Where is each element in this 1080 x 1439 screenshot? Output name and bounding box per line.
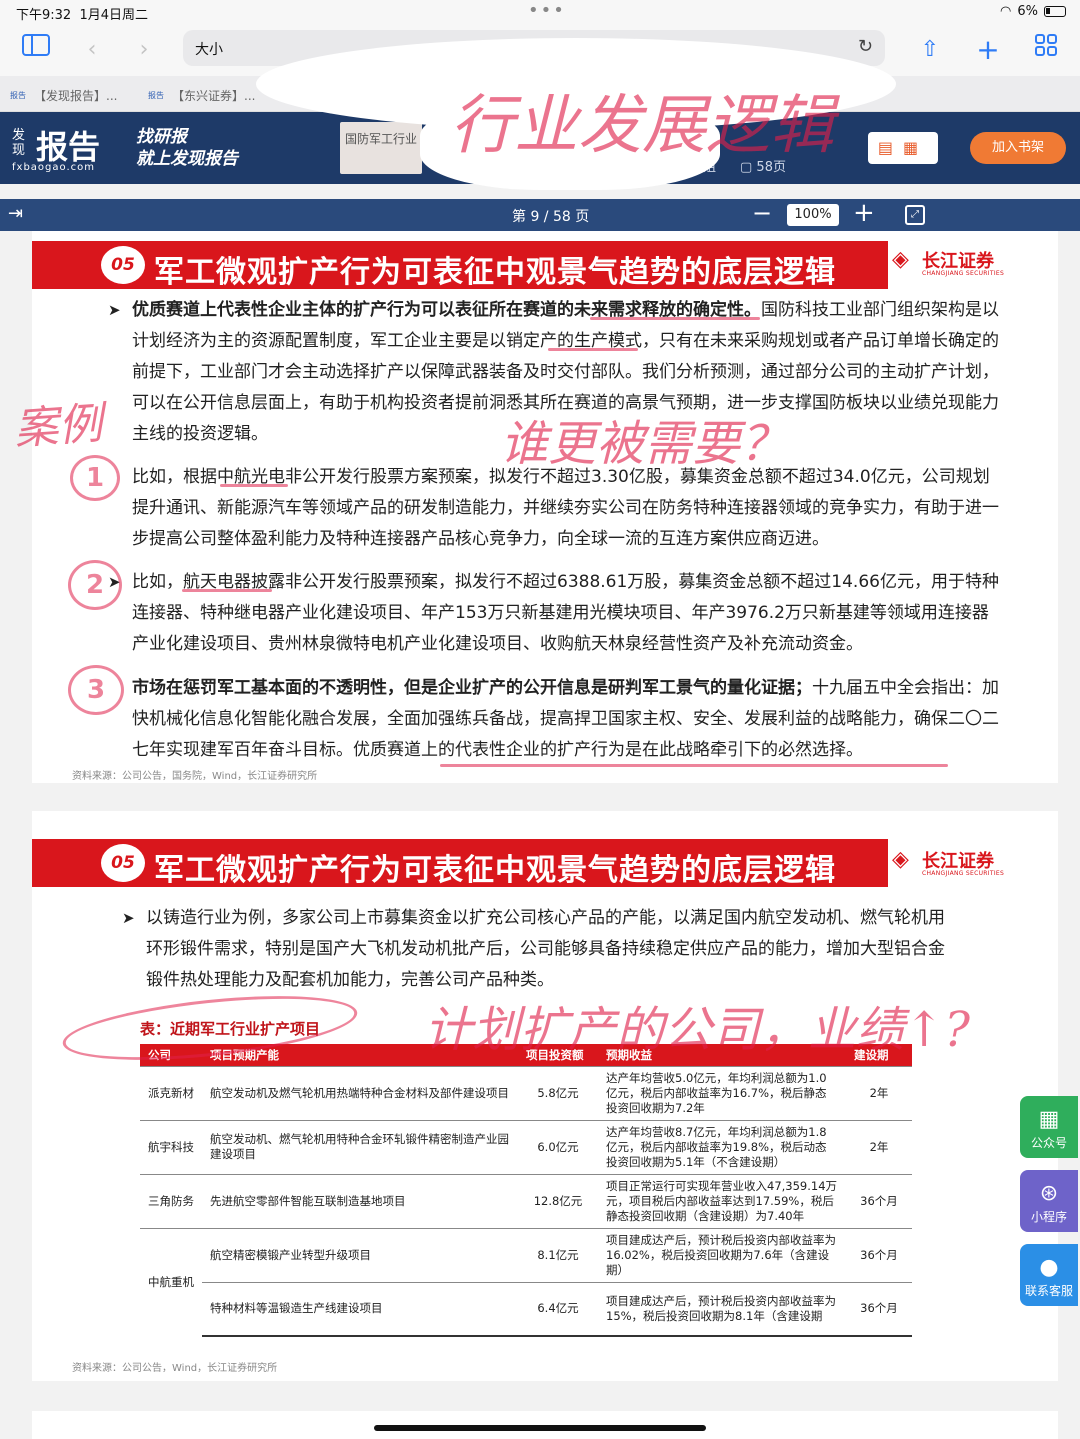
zoom-level[interactable]: 100%: [787, 204, 839, 226]
expansion-projects-table: 公司 项目预期产能 项目投资额 预期收益 建设期 派克新材 航空发动机及燃气轮机…: [140, 1044, 912, 1337]
browser-tab[interactable]: 报告 【东兴证券】...: [148, 82, 255, 108]
annotation-underline: [220, 484, 288, 487]
table-row: 特种材料等温锻造生产线建设项目 6.4亿元 项目建成达产后，预计税后投资内部收益…: [140, 1281, 912, 1337]
annotation-number: 2: [68, 560, 122, 610]
annotation-industry-logic: 行业发展逻辑: [450, 89, 834, 163]
annotation-underline: [548, 348, 638, 351]
changjiang-logo: ◈ 长江证券 CHANGJIANG SECURITIES: [892, 247, 1005, 277]
page-indicator: 第 9 / 58 页: [512, 209, 590, 225]
tab-label: 【东兴证券】...: [172, 88, 256, 103]
paragraph: 比如，根据中航光电非公开发行股票方案预案，拟发行不超过3.30亿股，募集资金总额…: [132, 467, 999, 549]
status-bar: 下午9:32 1月4日周二 ••• ◠ 6%: [0, 0, 1080, 24]
section-badge: 05: [98, 841, 148, 885]
home-indicator[interactable]: [374, 1425, 706, 1431]
expand-sidebar-icon[interactable]: ⇥: [8, 203, 23, 224]
table-row: 派克新材 航空发动机及燃气轮机用热端特种合金材料及部件建设项目 5.8亿元 达产…: [140, 1065, 912, 1120]
tab-overview-icon[interactable]: [1030, 34, 1062, 66]
paragraph: ➤ 以铸造行业为例，多家公司上市募集资金以扩充公司核心产品的产能，以满足国内航空发…: [122, 903, 946, 996]
status-right: ◠ 6%: [1000, 4, 1066, 19]
table-row: 航宇科技 航空发动机、燃气轮机用特种合金环轧锻件精密制造产业园建设项目 6.0亿…: [140, 1119, 912, 1174]
slide-title: 军工微观扩产行为可表征中观景气趋势的底层逻辑: [154, 255, 836, 290]
browser-tab[interactable]: 报告 【发现报告】...: [10, 82, 117, 108]
fullscreen-icon[interactable]: ⤢: [905, 205, 925, 225]
multitask-dots-icon[interactable]: •••: [528, 0, 566, 21]
wechat-official-button[interactable]: ▦ 公众号: [1020, 1096, 1078, 1158]
share-icon[interactable]: ⇧: [914, 34, 946, 66]
annotation-case: 案例: [12, 397, 104, 455]
industry-tag[interactable]: 国防军工行业: [340, 122, 422, 174]
slide-title-bar: 05 军工微观扩产行为可表征中观景气趋势的底层逻辑: [32, 241, 888, 290]
site-logo[interactable]: 发现 报告 fxbaogao.com: [12, 124, 122, 173]
add-to-bookshelf-button[interactable]: 加入书架: [970, 132, 1066, 164]
zoom-out-button[interactable]: −: [752, 199, 772, 227]
bullet-arrow-icon: ➤: [122, 909, 135, 927]
annotation-underline: [182, 589, 272, 592]
table-row: 中航重机 航空精密模锻产业转型升级项目 8.1亿元 项目建成达产后，预计税后投资…: [140, 1227, 912, 1336]
paragraph: ➤ 比如，航天电器披露非公开发行股票预案，拟发行不超过6388.61万股，募集资金…: [108, 567, 1002, 660]
bullet-arrow-icon: ➤: [108, 301, 121, 319]
new-tab-icon[interactable]: +: [972, 34, 1004, 66]
wifi-icon: ◠: [1000, 4, 1012, 19]
slide-title-bar: 05 军工微观扩产行为可表征中观景气趋势的底层逻辑: [32, 839, 888, 888]
battery-icon: [1044, 6, 1066, 17]
slide-page-10: 05 军工微观扩产行为可表征中观景气趋势的底层逻辑 ◈ 长江证券 CHANGJI…: [32, 811, 1058, 1381]
forward-icon[interactable]: ›: [128, 34, 160, 66]
qr-icon: ▦: [1038, 1107, 1060, 1132]
paragraph: 市场在惩罚军工基本面的不透明性，但是企业扩产的公开信息是研判军工景气的量化证据；…: [132, 678, 999, 760]
section-badge: 05: [98, 243, 148, 287]
annotation-underline: [590, 317, 760, 320]
download-icons[interactable]: ▤▦: [868, 132, 938, 164]
source-note: 资料来源：公司公告，Wind，长江证券研究所: [72, 1363, 278, 1374]
annotation-number: 1: [70, 455, 120, 501]
viewer-bar: ⇥ 第 9 / 58 页 − 100% + ⤢: [0, 198, 1080, 231]
changjiang-mark-icon: ◈: [892, 247, 909, 272]
source-note: 资料来源：公司公告，国务院，Wind，长江证券研究所: [72, 771, 318, 782]
back-icon[interactable]: ‹: [76, 34, 108, 66]
slide-title: 军工微观扩产行为可表征中观景气趋势的底层逻辑: [154, 853, 836, 888]
favicon-icon: 报告: [10, 90, 26, 100]
changjiang-logo: ◈ 长江证券 CHANGJIANG SECURITIES: [892, 847, 1005, 877]
zoom-in-button[interactable]: +: [853, 198, 875, 228]
annotation-who-needed: 谁更被需要？: [500, 416, 789, 472]
status-time: 下午9:32 1月4日周二: [16, 8, 149, 23]
changjiang-mark-icon: ◈: [892, 847, 909, 872]
tab-label: 【发现报告】...: [34, 88, 118, 103]
contact-service-button[interactable]: ● 联系客服: [1020, 1244, 1078, 1306]
annotation-underline: [440, 764, 948, 767]
annotation-plan-expand: 计划扩产的公司，业绩↑?: [424, 1002, 970, 1058]
chat-icon: ●: [1039, 1255, 1059, 1280]
slide-page-9: 05 军工微观扩产行为可表征中观景气趋势的底层逻辑 ◈ 长江证券 CHANGJI…: [32, 231, 1058, 783]
text-size-button[interactable]: 大小: [195, 39, 223, 59]
reload-icon[interactable]: ↻: [858, 36, 873, 57]
annotation-number: 3: [68, 665, 124, 715]
battery-percent: 6%: [1017, 4, 1038, 19]
site-slogan: 找研报 就上发现报告: [136, 127, 238, 169]
table-row: 三角防务 先进航空零部件智能互联制造基地项目 12.8亿元 项目正常运行可实现年…: [140, 1173, 912, 1228]
sidebar-icon[interactable]: [20, 34, 52, 66]
mini-program-button[interactable]: ⊛ 小程序: [1020, 1170, 1078, 1232]
favicon-icon: 报告: [148, 90, 164, 100]
miniprogram-icon: ⊛: [1039, 1181, 1059, 1206]
